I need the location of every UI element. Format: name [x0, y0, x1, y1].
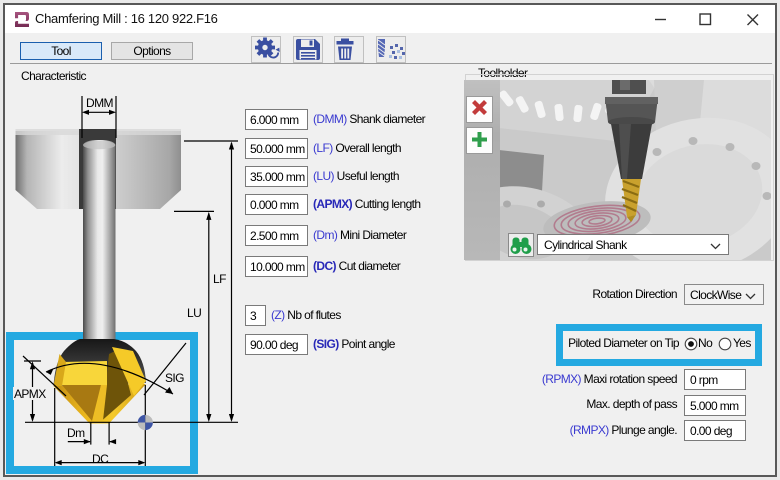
- svg-text:Dm: Dm: [67, 426, 85, 440]
- svg-text:DMM: DMM: [86, 96, 113, 110]
- svg-text:APMX: APMX: [14, 387, 46, 401]
- svg-text:LF: LF: [213, 272, 226, 286]
- svg-text:LU: LU: [187, 306, 201, 320]
- svg-text:DC: DC: [92, 452, 109, 466]
- svg-text:SIG: SIG: [165, 371, 184, 385]
